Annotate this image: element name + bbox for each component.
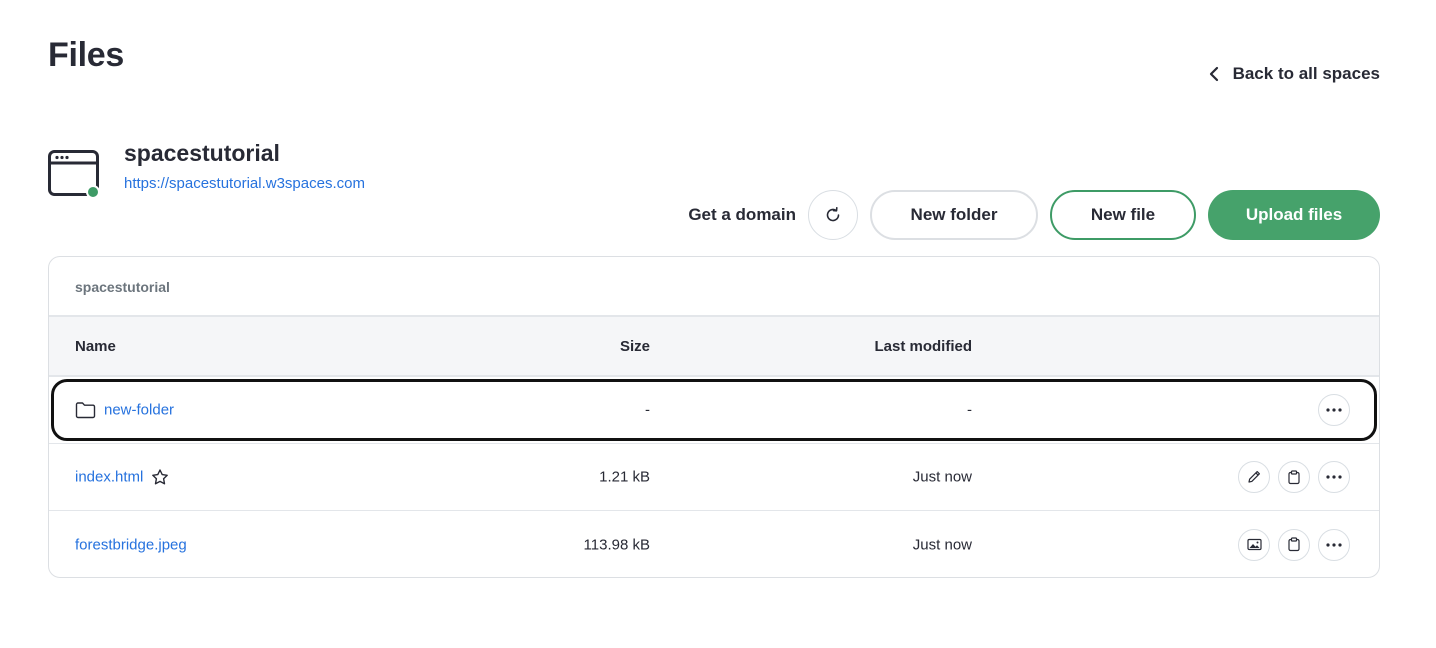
- copy-button[interactable]: [1278, 461, 1310, 493]
- file-modified: -: [967, 401, 972, 419]
- clipboard-icon: [1288, 469, 1300, 484]
- column-header-name[interactable]: Name: [75, 338, 116, 355]
- more-horizontal-icon: [1326, 542, 1342, 547]
- space-name: spacestutorial: [124, 140, 280, 166]
- chevron-left-icon: [1209, 66, 1218, 82]
- more-options-button[interactable]: [1318, 461, 1350, 493]
- column-header-modified[interactable]: Last modified: [874, 338, 972, 355]
- clipboard-icon: [1288, 537, 1300, 552]
- image-icon: [1246, 538, 1262, 551]
- refresh-button[interactable]: [808, 190, 858, 240]
- copy-button[interactable]: [1278, 528, 1310, 561]
- preview-image-button[interactable]: [1238, 528, 1270, 561]
- upload-files-button[interactable]: Upload files: [1208, 190, 1380, 240]
- table-header: Name Size Last modified: [49, 317, 1379, 377]
- row-highlight: [51, 379, 1377, 441]
- table-row[interactable]: index.html 1.21 kB Just now: [49, 444, 1379, 511]
- file-modified: Just now: [912, 536, 972, 553]
- edit-button[interactable]: [1238, 461, 1270, 493]
- more-horizontal-icon: [1326, 475, 1342, 479]
- more-options-button[interactable]: [1318, 394, 1350, 426]
- file-size: -: [645, 401, 650, 419]
- file-size: 1.21 kB: [599, 468, 650, 486]
- breadcrumb: spacestutorial: [49, 257, 1379, 317]
- get-domain-link[interactable]: Get a domain: [688, 205, 796, 225]
- refresh-icon: [826, 207, 840, 222]
- more-options-button[interactable]: [1318, 528, 1350, 561]
- table-row[interactable]: forestbridge.jpeg 113.98 kB Just now: [49, 511, 1379, 577]
- table-row[interactable]: new-folder - -: [49, 377, 1379, 444]
- back-link-label: Back to all spaces: [1232, 64, 1380, 83]
- pencil-icon: [1248, 471, 1260, 483]
- online-status-dot: [86, 185, 100, 199]
- browser-window-icon: [48, 150, 100, 206]
- file-name-link[interactable]: forestbridge.jpeg: [75, 536, 187, 553]
- new-file-button[interactable]: New file: [1050, 190, 1196, 240]
- star-icon[interactable]: [151, 469, 169, 486]
- toolbar: Get a domain New folder New file Upload …: [688, 190, 1380, 240]
- file-name-link[interactable]: new-folder: [104, 402, 174, 419]
- folder-icon: [75, 402, 96, 419]
- files-table: spacestutorial Name Size Last modified n…: [48, 256, 1380, 578]
- file-modified: Just now: [912, 468, 972, 486]
- column-header-size[interactable]: Size: [620, 338, 650, 355]
- space-url-link[interactable]: https://spacestutorial.w3spaces.com: [124, 175, 365, 192]
- more-horizontal-icon: [1326, 408, 1342, 412]
- space-header: spacestutorial https://spacestutorial.w3…: [48, 140, 365, 206]
- back-to-spaces-link[interactable]: Back to all spaces: [1207, 64, 1380, 84]
- file-size: 113.98 kB: [583, 536, 650, 553]
- file-name-link[interactable]: index.html: [75, 469, 143, 486]
- new-folder-button[interactable]: New folder: [870, 190, 1038, 240]
- page-title: Files: [48, 36, 124, 74]
